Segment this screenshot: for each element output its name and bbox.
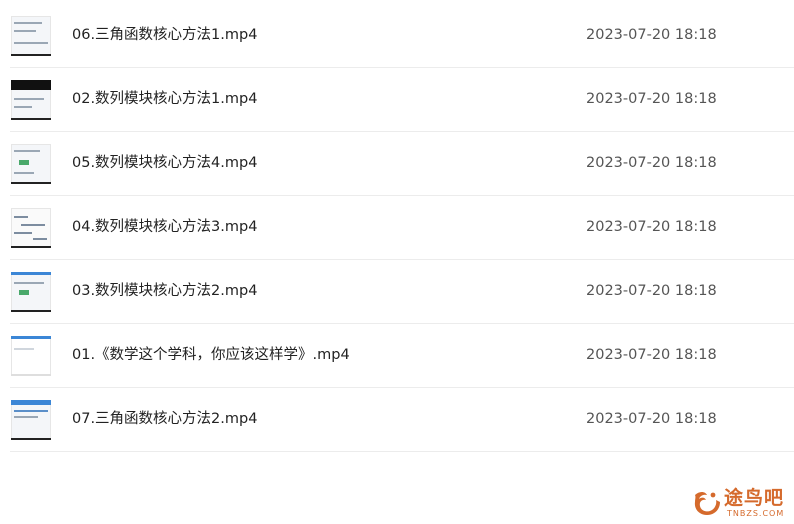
- video-thumbnail[interactable]: [11, 16, 51, 56]
- thumbnail-text-line: [21, 224, 45, 226]
- thumbnail-text-line: [14, 282, 44, 284]
- thumbnail-text-line: [14, 42, 48, 44]
- file-modified-time: 2023-07-20 18:18: [586, 347, 717, 363]
- file-name[interactable]: 05.数列模块核心方法4.mp4: [72, 154, 257, 172]
- thumbnail-blue-header: [11, 272, 51, 275]
- thumbnail-green-mark: [19, 290, 29, 295]
- thumbnail-text-line: [14, 348, 34, 350]
- thumbnail-text-line: [14, 150, 40, 152]
- file-name[interactable]: 07.三角函数核心方法2.mp4: [72, 410, 257, 428]
- watermark-subtext: TNBZS.COM: [727, 509, 785, 518]
- thumbnail-text-line: [14, 416, 38, 418]
- thumbnail-green-mark: [19, 160, 29, 165]
- video-thumbnail[interactable]: [11, 272, 51, 312]
- site-watermark: 途鸟吧 TNBZS.COM: [691, 485, 791, 521]
- thumbnail-text-line: [14, 22, 42, 24]
- video-thumbnail[interactable]: [11, 208, 51, 248]
- file-name[interactable]: 03.数列模块核心方法2.mp4: [72, 282, 257, 300]
- file-name[interactable]: 01.《数学这个学科，你应该这样学》.mp4: [72, 346, 350, 364]
- file-modified-time: 2023-07-20 18:18: [586, 27, 717, 43]
- thumbnail-text-line: [14, 30, 36, 32]
- thumbnail-bottom-line: [11, 246, 51, 248]
- thumbnail-blue-header: [11, 336, 51, 339]
- thumbnail-text-line: [14, 106, 32, 108]
- video-thumbnail[interactable]: [11, 336, 51, 376]
- file-name[interactable]: 04.数列模块核心方法3.mp4: [72, 218, 257, 236]
- thumbnail-text-line: [14, 410, 48, 412]
- file-row[interactable]: 01.《数学这个学科，你应该这样学》.mp4 2023-07-20 18:18: [10, 324, 794, 388]
- thumbnail-bottom-line: [11, 118, 51, 120]
- video-thumbnail[interactable]: [11, 400, 51, 440]
- file-list: 06.三角函数核心方法1.mp4 2023-07-20 18:18 02.数列模…: [10, 4, 794, 452]
- file-row[interactable]: 02.数列模块核心方法1.mp4 2023-07-20 18:18: [10, 68, 794, 132]
- file-row[interactable]: 07.三角函数核心方法2.mp4 2023-07-20 18:18: [10, 388, 794, 452]
- thumbnail-text-line: [14, 172, 34, 174]
- file-modified-time: 2023-07-20 18:18: [586, 219, 717, 235]
- thumbnail-text-line: [14, 216, 28, 218]
- file-modified-time: 2023-07-20 18:18: [586, 283, 717, 299]
- thumbnail-bottom-line: [11, 182, 51, 184]
- thumbnail-bottom-line: [11, 54, 51, 56]
- watermark-text: 途鸟吧: [724, 487, 785, 509]
- file-name[interactable]: 06.三角函数核心方法1.mp4: [72, 26, 257, 44]
- thumbnail-dark-header: [11, 80, 51, 90]
- thumbnail-blue-header: [11, 400, 51, 405]
- thumbnail-text-line: [33, 238, 47, 240]
- thumbnail-bottom-line: [11, 374, 51, 376]
- file-modified-time: 2023-07-20 18:18: [586, 411, 717, 427]
- file-name[interactable]: 02.数列模块核心方法1.mp4: [72, 90, 257, 108]
- thumbnail-text-line: [14, 98, 44, 100]
- thumbnail-text-line: [14, 232, 32, 234]
- file-modified-time: 2023-07-20 18:18: [586, 155, 717, 171]
- file-modified-time: 2023-07-20 18:18: [586, 91, 717, 107]
- video-thumbnail[interactable]: [11, 80, 51, 120]
- file-row[interactable]: 04.数列模块核心方法3.mp4 2023-07-20 18:18: [10, 196, 794, 260]
- file-row[interactable]: 06.三角函数核心方法1.mp4 2023-07-20 18:18: [10, 4, 794, 68]
- video-thumbnail[interactable]: [11, 144, 51, 184]
- thumbnail-bottom-line: [11, 310, 51, 312]
- file-row[interactable]: 03.数列模块核心方法2.mp4 2023-07-20 18:18: [10, 260, 794, 324]
- bird-logo-icon: [694, 492, 720, 515]
- file-row[interactable]: 05.数列模块核心方法4.mp4 2023-07-20 18:18: [10, 132, 794, 196]
- thumbnail-bottom-line: [11, 438, 51, 440]
